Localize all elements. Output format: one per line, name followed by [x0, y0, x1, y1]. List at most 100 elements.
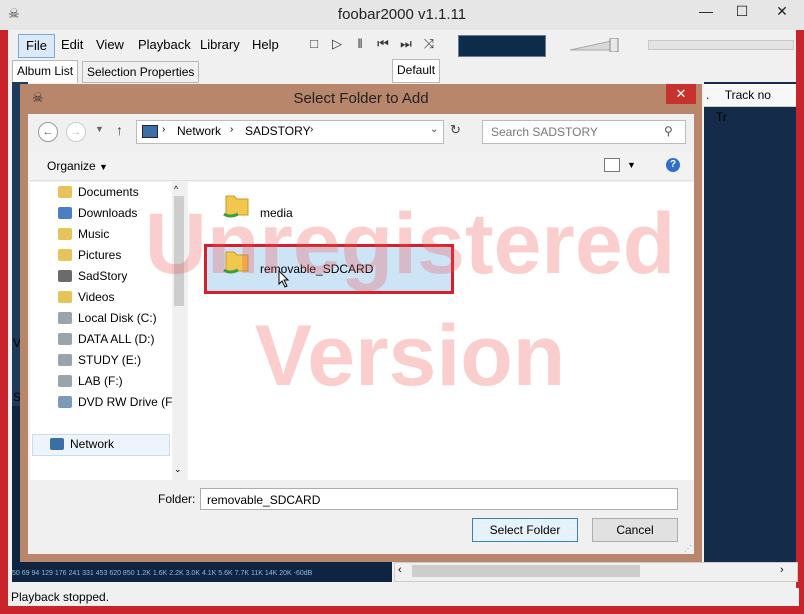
- previous-icon[interactable]: ⏮: [375, 36, 391, 52]
- folder-input[interactable]: removable_SDCARD: [200, 488, 678, 510]
- pictures-icon: [58, 249, 72, 261]
- sidebar-item-8[interactable]: STUDY (E:): [58, 350, 141, 370]
- column-header-dot[interactable]: .: [704, 88, 709, 102]
- sidebar-item-label: Videos: [78, 290, 115, 304]
- column-header-title[interactable]: Tr: [704, 110, 727, 124]
- playlist-header: . Track no Tr: [704, 84, 796, 124]
- sidebar-item-label: Downloads: [78, 206, 138, 220]
- next-icon[interactable]: ⏭: [398, 36, 414, 52]
- music-icon: [58, 228, 72, 240]
- breadcrumb-network[interactable]: Network: [177, 124, 221, 138]
- organize-button[interactable]: Organize ▼: [47, 159, 108, 173]
- volume-slider[interactable]: [570, 38, 622, 52]
- tab-selection-properties[interactable]: Selection Properties: [82, 61, 200, 83]
- sidebar-item-3[interactable]: Pictures: [58, 245, 121, 265]
- sidebar-item-5[interactable]: Videos: [58, 287, 114, 307]
- sidebar-item-4[interactable]: SadStory: [58, 266, 127, 286]
- column-header-track-no[interactable]: Track no: [713, 88, 771, 102]
- play-icon[interactable]: ▷: [329, 36, 345, 52]
- sidebar-item-10[interactable]: DVD RW Drive (F: [58, 392, 172, 412]
- search-icon[interactable]: ⚲: [664, 124, 673, 138]
- sidebar-item-7[interactable]: DATA ALL (D:): [58, 329, 154, 349]
- tab-default[interactable]: Default: [392, 59, 441, 83]
- drive-icon: [58, 333, 72, 345]
- resize-grip-icon[interactable]: ⋰: [684, 544, 692, 553]
- status-bar: Playback stopped.: [8, 588, 799, 606]
- help-icon[interactable]: ?: [666, 158, 680, 172]
- search-input[interactable]: Search SADSTORY: [482, 120, 686, 144]
- network-folder-icon: [223, 251, 249, 274]
- spectrum-frequency-axis: 50 69 94 129 176 241 331 453 620 850 1.2…: [12, 566, 392, 582]
- minimize-icon[interactable]: —: [688, 0, 724, 22]
- sidebar-item-9[interactable]: LAB (F:): [58, 371, 123, 391]
- menu-view[interactable]: View: [89, 34, 131, 56]
- network-folder-icon: [223, 195, 249, 218]
- cancel-button[interactable]: Cancel: [592, 518, 678, 542]
- visualizer-panel: [458, 35, 546, 57]
- tab-album-list[interactable]: Album List: [12, 60, 79, 83]
- pause-icon[interactable]: ‖: [352, 36, 368, 52]
- dialog-close-button[interactable]: ✕: [666, 84, 696, 104]
- folder-name: removable_SDCARD: [260, 262, 374, 276]
- folder-label: Folder:: [158, 492, 196, 506]
- sidebar-item-2[interactable]: Music: [58, 224, 109, 244]
- menu-edit[interactable]: Edit: [54, 34, 90, 56]
- dialog-logo-icon: ☠: [32, 90, 44, 105]
- close-icon[interactable]: ✕: [760, 0, 804, 22]
- user-icon: [58, 270, 72, 282]
- sidebar-item-label: SadStory: [78, 269, 128, 283]
- folder-item-media[interactable]: media: [222, 188, 422, 232]
- menu-help[interactable]: Help: [245, 34, 286, 56]
- up-button[interactable]: ↑: [116, 122, 123, 138]
- scroll-up-icon[interactable]: ^: [174, 184, 178, 194]
- address-dropdown-icon[interactable]: ⌄: [430, 124, 438, 135]
- drive-icon: [58, 375, 72, 387]
- navigation-scrollbar-thumb[interactable]: [174, 196, 184, 306]
- scroll-right-icon[interactable]: ›: [780, 564, 784, 576]
- sidebar-item-label: DATA ALL (D:): [78, 332, 155, 346]
- app-logo-icon: ☠: [8, 6, 20, 21]
- random-icon[interactable]: ⤨: [421, 36, 437, 52]
- maximize-icon[interactable]: ☐: [724, 0, 760, 22]
- menu-file[interactable]: File: [18, 34, 55, 58]
- view-options-icon[interactable]: [604, 158, 620, 172]
- scroll-down-icon[interactable]: ⌄: [174, 464, 182, 475]
- breadcrumb-separator-icon: ›: [162, 124, 166, 135]
- videos-icon: [58, 291, 72, 303]
- sidebar-item-0[interactable]: Documents: [58, 182, 139, 202]
- forward-button[interactable]: →: [66, 122, 86, 142]
- sidebar-item-label: STUDY (E:): [78, 353, 142, 367]
- network-location-icon: [142, 125, 158, 138]
- scroll-left-icon[interactable]: ‹: [398, 564, 402, 576]
- sidebar-item-1[interactable]: Downloads: [58, 203, 137, 223]
- stop-icon[interactable]: □: [306, 36, 322, 52]
- playlist-pane[interactable]: [704, 82, 796, 562]
- view-dropdown-icon[interactable]: ▼: [627, 160, 636, 170]
- chevron-down-icon: ▼: [99, 162, 108, 172]
- select-folder-button[interactable]: Select Folder: [472, 518, 578, 542]
- menu-playback[interactable]: Playback: [131, 34, 198, 56]
- sidebar-item-network[interactable]: Network: [50, 434, 114, 454]
- sidebar-item-label: LAB (F:): [78, 374, 123, 388]
- sidebar-item-label: Music: [78, 227, 110, 241]
- refresh-icon[interactable]: ↻: [450, 122, 461, 138]
- organize-label: Organize: [47, 159, 96, 173]
- main-window-title: foobar2000 v1.1.11: [0, 0, 804, 30]
- dvd-icon: [58, 396, 72, 408]
- downloads-icon: [58, 207, 72, 219]
- recent-locations-icon[interactable]: ▼: [95, 124, 104, 134]
- breadcrumb-sadstory[interactable]: SADSTORY: [245, 124, 311, 138]
- dialog-title: Select Folder to Add: [293, 90, 429, 107]
- menu-library[interactable]: Library: [193, 34, 247, 56]
- sidebar-item-label: Network: [70, 437, 115, 451]
- documents-icon: [58, 186, 72, 198]
- seek-bar[interactable]: [648, 40, 794, 50]
- network-icon: [50, 438, 64, 450]
- db-label: -60dB: [293, 570, 313, 577]
- sidebar-item-6[interactable]: Local Disk (C:): [58, 308, 157, 328]
- folder-item-removable-sdcard[interactable]: removable_SDCARD: [222, 244, 442, 288]
- scrollbar-thumb[interactable]: [412, 565, 640, 577]
- drive-icon: [58, 354, 72, 366]
- breadcrumb-separator-icon: ›: [310, 124, 314, 135]
- back-button[interactable]: ←: [38, 122, 58, 142]
